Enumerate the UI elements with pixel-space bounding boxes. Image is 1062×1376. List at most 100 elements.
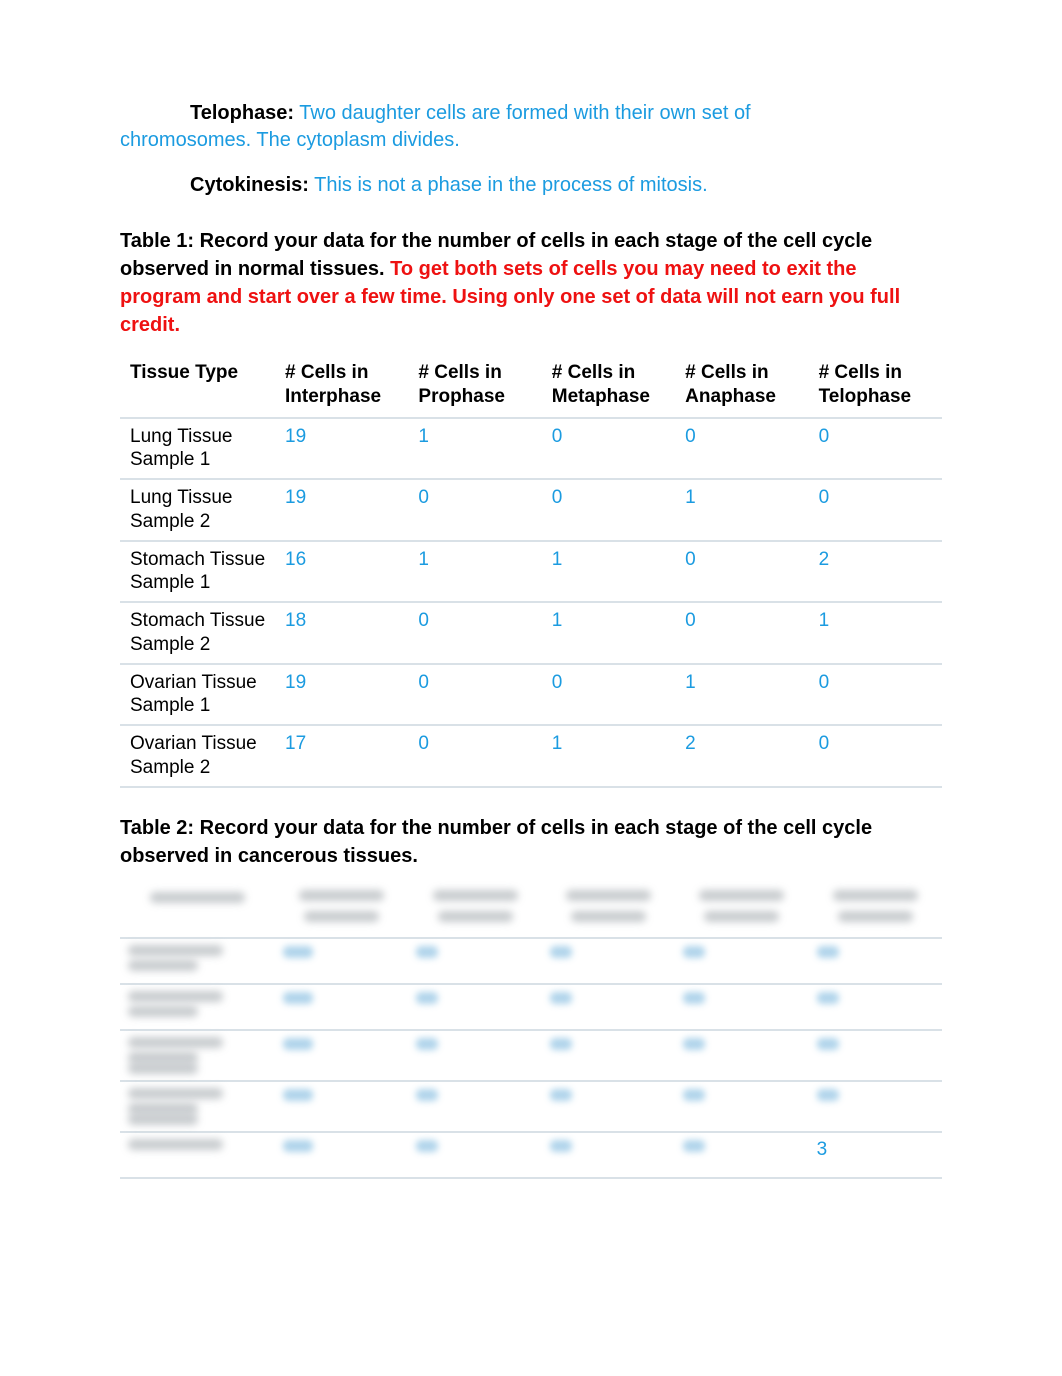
blurred-text <box>550 946 572 958</box>
blurred-text <box>283 1089 313 1101</box>
value-cell: 0 <box>675 602 808 664</box>
table1-header-row: Tissue Type # Cells in Interphase # Cell… <box>120 353 942 418</box>
value-cell: 18 <box>275 602 408 664</box>
table1: Tissue Type # Cells in Interphase # Cell… <box>120 353 942 788</box>
blurred-text <box>416 1089 438 1101</box>
blurred-text <box>128 960 198 971</box>
blurred-text <box>683 1089 705 1101</box>
blurred-text <box>833 890 918 901</box>
blurred-text <box>283 992 313 1004</box>
table-row: Ovarian Tissue Sample 2 17 0 1 2 0 <box>120 725 942 787</box>
value-cell: 1 <box>408 541 541 603</box>
blurred-text <box>283 1038 313 1050</box>
value-cell: 0 <box>675 541 808 603</box>
value-cell: 1 <box>542 725 675 787</box>
table-row: Stomach Tissue Sample 1 16 1 1 0 2 <box>120 541 942 603</box>
telophase-definition: Telophase: Two daughter cells are formed… <box>120 100 942 154</box>
blurred-text <box>150 892 245 903</box>
blurred-text <box>550 1038 572 1050</box>
tissue-cell: Ovarian Tissue Sample 2 <box>120 725 275 787</box>
table-row: Lung Tissue Sample 2 19 0 0 1 0 <box>120 479 942 541</box>
value-cell: 0 <box>408 479 541 541</box>
cytokinesis-text: This is not a phase in the process of mi… <box>309 174 708 196</box>
blurred-text <box>128 1006 198 1017</box>
value-cell: 0 <box>809 725 942 787</box>
blurred-text <box>438 911 513 922</box>
telophase-text-line2: chromosomes. The cytoplasm divides. <box>120 129 460 151</box>
blurred-text <box>128 991 223 1002</box>
col-prophase: # Cells in Prophase <box>408 353 541 418</box>
blurred-text <box>416 1140 438 1152</box>
value-cell: 19 <box>275 418 408 480</box>
value-cell: 1 <box>809 602 942 664</box>
blurred-text <box>128 1139 223 1150</box>
value-cell: 0 <box>542 664 675 726</box>
value-cell: 0 <box>408 602 541 664</box>
blurred-text <box>128 945 223 956</box>
value-cell: 16 <box>275 541 408 603</box>
telophase-label: Telophase: <box>190 102 294 124</box>
cytokinesis-definition: Cytokinesis: This is not a phase in the … <box>120 172 942 199</box>
value-cell: 1 <box>675 664 808 726</box>
tissue-cell: Lung Tissue Sample 2 <box>120 479 275 541</box>
table-row: Lung Tissue Sample 1 19 1 0 0 0 <box>120 418 942 480</box>
blurred-text <box>683 1140 705 1152</box>
col-tissue-type: Tissue Type <box>120 353 275 418</box>
blurred-text <box>683 1038 705 1050</box>
col-telophase: # Cells in Telophase <box>809 353 942 418</box>
blurred-text <box>128 1052 198 1063</box>
blurred-text <box>283 946 313 958</box>
blurred-text <box>699 890 784 901</box>
table-row <box>120 1081 942 1132</box>
value-cell: 19 <box>275 664 408 726</box>
blurred-text <box>838 911 913 922</box>
table2-caption: Table 2: Record your data for the number… <box>120 814 942 870</box>
blurred-text <box>683 992 705 1004</box>
table-row: Stomach Tissue Sample 2 18 0 1 0 1 <box>120 602 942 664</box>
table-row: Ovarian Tissue Sample 1 19 0 0 1 0 <box>120 664 942 726</box>
blurred-text <box>299 890 384 901</box>
value-cell: 19 <box>275 479 408 541</box>
telophase-text-line1: Two daughter cells are formed with their… <box>294 102 751 124</box>
value-cell: 2 <box>675 725 808 787</box>
tissue-cell: Ovarian Tissue Sample 1 <box>120 664 275 726</box>
value-cell: 0 <box>542 479 675 541</box>
value-cell: 1 <box>408 418 541 480</box>
table2-blurred: 3 <box>120 884 942 1179</box>
blurred-text <box>128 1037 223 1048</box>
value-cell: 0 <box>809 664 942 726</box>
col-interphase: # Cells in Interphase <box>275 353 408 418</box>
blurred-text <box>817 992 839 1004</box>
blurred-text <box>416 992 438 1004</box>
blurred-text <box>571 911 646 922</box>
blurred-text <box>817 946 839 958</box>
value-cell: 17 <box>275 725 408 787</box>
value-cell: 0 <box>809 418 942 480</box>
value-cell: 1 <box>542 602 675 664</box>
table-row <box>120 1030 942 1081</box>
value-cell: 0 <box>408 725 541 787</box>
blurred-text <box>128 1103 198 1114</box>
value-cell: 2 <box>809 541 942 603</box>
blurred-text <box>704 911 779 922</box>
value-cell: 0 <box>542 418 675 480</box>
blurred-text <box>128 1088 223 1099</box>
value-cell: 0 <box>675 418 808 480</box>
blurred-text <box>817 1038 839 1050</box>
blurred-text <box>683 946 705 958</box>
blurred-text <box>433 890 518 901</box>
value-cell: 1 <box>675 479 808 541</box>
value-cell: 0 <box>408 664 541 726</box>
col-metaphase: # Cells in Metaphase <box>542 353 675 418</box>
blurred-text <box>283 1140 313 1152</box>
blurred-text <box>550 1089 572 1101</box>
blurred-text <box>128 1063 198 1074</box>
blurred-text <box>550 992 572 1004</box>
value-cell: 3 <box>817 1139 828 1160</box>
value-cell: 1 <box>542 541 675 603</box>
document-page: Telophase: Two daughter cells are formed… <box>0 0 1062 1219</box>
tissue-cell: Stomach Tissue Sample 1 <box>120 541 275 603</box>
blurred-text <box>416 1038 438 1050</box>
col-anaphase: # Cells in Anaphase <box>675 353 808 418</box>
value-cell: 0 <box>809 479 942 541</box>
